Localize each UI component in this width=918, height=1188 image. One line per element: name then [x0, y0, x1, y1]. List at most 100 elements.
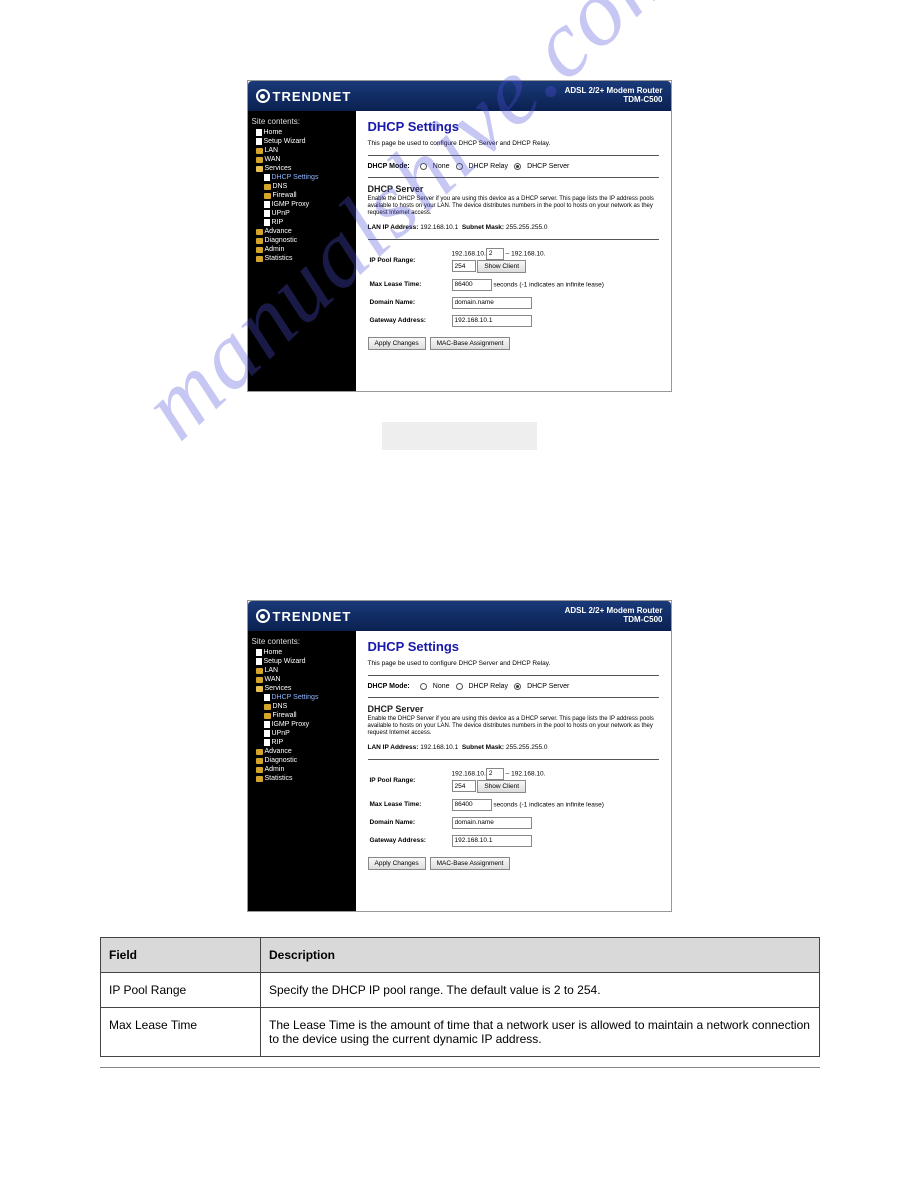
max-lease-input[interactable] — [452, 279, 492, 291]
ip-pool-label: IP Pool Range: — [370, 766, 450, 795]
table-cell-desc: The Lease Time is the amount of time tha… — [261, 1008, 820, 1057]
sidebar-item-statistics[interactable]: Statistics — [250, 254, 354, 263]
dash: – — [506, 250, 510, 257]
main-panel: DHCP Settings This page be used to confi… — [356, 631, 671, 911]
sidebar-item-home[interactable]: Home — [250, 648, 354, 657]
folder-icon — [256, 157, 263, 163]
sidebar-item-label: Advance — [265, 228, 292, 235]
gateway-input[interactable] — [452, 315, 532, 327]
sidebar-item-dns[interactable]: DNS — [250, 182, 354, 191]
apply-changes-button[interactable]: Apply Changes — [368, 337, 426, 350]
sidebar-item-lan[interactable]: LAN — [250, 666, 354, 675]
ip-pool-start-input[interactable] — [486, 768, 504, 780]
mac-base-button[interactable]: MAC-Base Assignment — [430, 337, 511, 350]
sidebar-item-lan[interactable]: LAN — [250, 146, 354, 155]
sidebar-item-igmp[interactable]: IGMP Proxy — [250, 720, 354, 729]
sidebar-item-dhcp[interactable]: DHCP Settings — [250, 173, 354, 182]
sidebar-item-admin[interactable]: Admin — [250, 245, 354, 254]
sidebar-item-services[interactable]: Services — [250, 684, 354, 693]
sidebar-item-label: DHCP Settings — [272, 174, 319, 181]
sidebar-item-setup-wizard[interactable]: Setup Wizard — [250, 137, 354, 146]
gateway-input[interactable] — [452, 835, 532, 847]
divider — [368, 759, 659, 760]
show-client-button[interactable]: Show Client — [477, 260, 526, 273]
gateway-label: Gateway Address: — [370, 313, 450, 329]
folder-icon — [264, 193, 271, 199]
sidebar-item-upnp[interactable]: UPnP — [250, 209, 354, 218]
divider — [368, 675, 659, 676]
sidebar-nav: Site contents: Home Setup Wizard LAN WAN… — [248, 631, 356, 911]
mac-base-button[interactable]: MAC-Base Assignment — [430, 857, 511, 870]
sidebar-item-rip[interactable]: RIP — [250, 738, 354, 747]
show-client-button[interactable]: Show Client — [477, 780, 526, 793]
table-header-field: Field — [101, 938, 261, 973]
page-title: DHCP Settings — [368, 639, 659, 654]
sidebar-item-diagnostic[interactable]: Diagnostic — [250, 236, 354, 245]
sidebar-item-label: Services — [265, 685, 292, 692]
table-cell-desc: Specify the DHCP IP pool range. The defa… — [261, 973, 820, 1008]
ip-pool-label: IP Pool Range: — [370, 246, 450, 275]
max-lease-input[interactable] — [452, 799, 492, 811]
apply-changes-button[interactable]: Apply Changes — [368, 857, 426, 870]
radio-relay[interactable] — [456, 163, 463, 170]
dhcp-mode-label: DHCP Mode: — [368, 683, 410, 690]
sidebar-item-statistics[interactable]: Statistics — [250, 774, 354, 783]
brand-icon — [256, 609, 270, 623]
sidebar-item-label: Setup Wizard — [264, 138, 306, 145]
page-desc: This page be used to configure DHCP Serv… — [368, 660, 659, 667]
sidebar-item-label: Diagnostic — [265, 757, 298, 764]
folder-icon — [256, 758, 263, 764]
sidebar-item-advance[interactable]: Advance — [250, 747, 354, 756]
folder-icon — [264, 704, 271, 710]
ip-pool-end-input[interactable] — [452, 260, 476, 272]
router-header: TRENDNET ADSL 2/2+ Modem Router TDM-C500 — [248, 601, 671, 631]
lan-info: LAN IP Address: 192.168.10.1 Subnet Mask… — [368, 744, 659, 751]
divider — [368, 155, 659, 156]
sidebar-item-dns[interactable]: DNS — [250, 702, 354, 711]
sidebar-item-home[interactable]: Home — [250, 128, 354, 137]
sidebar-item-dhcp[interactable]: DHCP Settings — [250, 693, 354, 702]
sidebar-item-label: WAN — [265, 156, 281, 163]
domain-input[interactable] — [452, 297, 532, 309]
sidebar-item-label: Home — [264, 129, 283, 136]
table-row: Max Lease Time The Lease Time is the amo… — [101, 1008, 820, 1057]
brand-logo: TRENDNET — [256, 89, 352, 104]
dhcp-mode-label: DHCP Mode: — [368, 163, 410, 170]
ip-pool-end-input[interactable] — [452, 780, 476, 792]
sidebar-item-rip[interactable]: RIP — [250, 218, 354, 227]
folder-icon — [264, 184, 271, 190]
table-header-description: Description — [261, 938, 820, 973]
radio-none[interactable] — [420, 683, 427, 690]
sidebar-item-setup-wizard[interactable]: Setup Wizard — [250, 657, 354, 666]
sidebar-item-diagnostic[interactable]: Diagnostic — [250, 756, 354, 765]
main-panel: DHCP Settings This page be used to confi… — [356, 111, 671, 391]
sidebar-item-firewall[interactable]: Firewall — [250, 191, 354, 200]
page-icon — [264, 219, 270, 226]
page-icon — [256, 649, 262, 656]
folder-icon — [264, 713, 271, 719]
sidebar-item-advance[interactable]: Advance — [250, 227, 354, 236]
radio-relay[interactable] — [456, 683, 463, 690]
sidebar-item-wan[interactable]: WAN — [250, 155, 354, 164]
sidebar-item-igmp[interactable]: IGMP Proxy — [250, 200, 354, 209]
device-model: ADSL 2/2+ Modem Router TDM-C500 — [565, 87, 663, 105]
folder-icon — [256, 148, 263, 154]
radio-server[interactable] — [514, 683, 521, 690]
sidebar-item-label: DNS — [273, 183, 288, 190]
sidebar-item-upnp[interactable]: UPnP — [250, 729, 354, 738]
sidebar-item-admin[interactable]: Admin — [250, 765, 354, 774]
sidebar-item-label: Advance — [265, 748, 292, 755]
radio-none[interactable] — [420, 163, 427, 170]
sidebar-item-services[interactable]: Services — [250, 164, 354, 173]
sidebar-item-firewall[interactable]: Firewall — [250, 711, 354, 720]
domain-input[interactable] — [452, 817, 532, 829]
ip-pool-prefix2: 192.168.10. — [511, 250, 545, 257]
subnet-label: Subnet Mask: — [462, 744, 504, 751]
sidebar-item-wan[interactable]: WAN — [250, 675, 354, 684]
lan-ip-value: 192.168.10.1 — [420, 224, 458, 231]
page-title: DHCP Settings — [368, 119, 659, 134]
sidebar-item-label: Statistics — [265, 255, 293, 262]
subnet-value: 255.255.255.0 — [506, 744, 548, 751]
ip-pool-start-input[interactable] — [486, 248, 504, 260]
radio-server[interactable] — [514, 163, 521, 170]
